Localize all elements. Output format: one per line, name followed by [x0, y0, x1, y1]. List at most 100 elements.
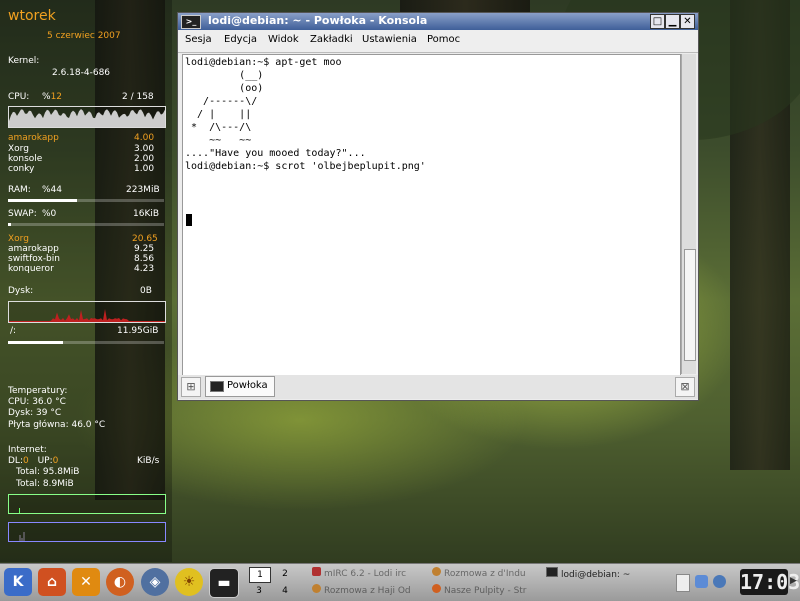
mem-top-2-name: amarokapp — [8, 244, 59, 254]
network-icon[interactable] — [695, 575, 708, 588]
cpu-percent-value: 12 — [50, 92, 63, 102]
desktop-2[interactable]: 2 — [275, 567, 295, 581]
terminal-scrollbar[interactable] — [681, 54, 696, 374]
net-total-dl: Total: 95.8MiB — [16, 467, 80, 477]
kernel-value: 2.6.18-4-686 — [52, 68, 111, 78]
tab-label: Powłoka — [227, 380, 268, 391]
task-mirc-label: mIRC 6.2 - Lodi irc — [324, 569, 407, 579]
task-konsole-label: lodi@debian: ~ — [561, 570, 631, 580]
cpu-percent-sign: % — [42, 92, 51, 102]
terminal-area[interactable]: lodi@debian:~$ apt-get moo (__) (oo) /--… — [182, 54, 681, 376]
close-session-button[interactable]: ⊠ — [675, 377, 695, 397]
menu-pomoc[interactable]: Pomoc — [427, 34, 460, 45]
menu-sesja[interactable]: Sesja — [185, 34, 212, 45]
digital-clock[interactable]: 17:03 — [740, 569, 800, 595]
net-dl-label: DL: — [8, 456, 23, 466]
net-up-graph — [8, 522, 166, 542]
kmenu-icon[interactable]: K — [4, 568, 32, 596]
mem-top-1-name: Xorg — [8, 234, 29, 244]
konsole-window[interactable]: >_ lodi@debian: ~ - Powłoka - Konsola ▁ … — [177, 12, 699, 401]
sun-icon[interactable]: ☀ — [175, 568, 203, 596]
task-chat-1-label: Rozmowa z d'Indu — [444, 569, 526, 579]
net-rates: DL:0 UP:0 — [8, 456, 58, 466]
temp-disk: Dysk: 39 °C — [8, 408, 62, 418]
minimize-button[interactable]: ▁ — [665, 14, 680, 29]
terminal-icon[interactable]: ▬ — [209, 568, 239, 598]
task-chat-2-label: Rozmowa z Haji Od — [324, 586, 411, 596]
conky-day: wtorek — [8, 8, 56, 24]
task-chat-2[interactable]: Rozmowa z Haji Od — [312, 584, 430, 599]
menu-ustawienia[interactable]: Ustawienia — [362, 34, 417, 45]
root-fs-bar — [8, 341, 164, 344]
menu-widok[interactable]: Widok — [268, 34, 299, 45]
desktop-3[interactable]: 3 — [249, 584, 269, 598]
disk-value: 0B — [140, 286, 152, 296]
home-icon[interactable]: ⌂ — [38, 568, 66, 596]
desktop-1[interactable]: 1 — [249, 567, 271, 583]
panel-arrow-icon[interactable]: ▶ — [790, 576, 798, 588]
ram-bar — [8, 199, 164, 202]
menu-zakladki[interactable]: Zakładki — [310, 34, 353, 45]
mem-top-3-name: swiftfox-bin — [8, 254, 60, 264]
root-fs-label: /: — [10, 326, 17, 336]
temp-board: Płyta główna: 46.0 °C — [8, 420, 106, 430]
root-fs-bar-fill — [8, 341, 63, 344]
konsole-task-icon — [546, 567, 558, 577]
mem-top-2-value: 9.25 — [134, 244, 155, 254]
temp-label: Temperatury: — [8, 386, 68, 396]
net-unit: KiB/s — [137, 456, 160, 466]
mem-top-3-value: 8.56 — [134, 254, 155, 264]
klipper-icon[interactable] — [676, 574, 690, 592]
globe-tray-icon[interactable] — [713, 575, 726, 588]
scrollbar-thumb[interactable] — [684, 249, 696, 361]
mem-top-1-value: 20.65 — [132, 234, 158, 244]
disk-graph — [8, 301, 166, 323]
chat-icon — [432, 567, 441, 576]
task-mirc[interactable]: mIRC 6.2 - Lodi irc — [312, 567, 430, 582]
ram-percent: %44 — [42, 185, 63, 195]
tab-powloka[interactable]: Powłoka — [205, 376, 275, 397]
mem-top-4-name: konqueror — [8, 264, 54, 274]
cpu-top-2-name: Xorg — [8, 144, 29, 154]
swap-label: SWAP: — [8, 209, 37, 219]
globe-icon[interactable]: ◈ — [141, 568, 169, 596]
close-button[interactable]: ✕ — [680, 14, 695, 29]
task-browser-label: Nasze Pulpity - Str — [444, 586, 527, 596]
ram-label: RAM: — [8, 185, 31, 195]
tools-icon[interactable]: ✕ — [72, 568, 100, 596]
disk-label: Dysk: — [8, 286, 34, 296]
cpu-top-3-name: konsole — [8, 154, 43, 164]
swap-percent: %0 — [42, 209, 57, 219]
maximize-button[interactable]: □ — [650, 14, 665, 29]
kernel-label: Kernel: — [8, 56, 40, 66]
swap-bar — [8, 223, 164, 226]
cpu-top-2-value: 3.00 — [134, 144, 155, 154]
temp-cpu: CPU: 36.0 °C — [8, 397, 66, 407]
net-up-label: UP: — [37, 456, 53, 466]
terminal-cursor — [186, 214, 192, 226]
conky-system-monitor: wtorek 5 czerwiec 2007 Kernel: 2.6.18-4-… — [0, 0, 172, 562]
desktop-4[interactable]: 4 — [275, 584, 295, 598]
task-browser[interactable]: Nasze Pulpity - Str — [432, 584, 544, 599]
cpu-top-1-value: 4.00 — [134, 133, 155, 143]
new-session-button[interactable]: ⊞ — [181, 377, 201, 397]
net-label: Internet: — [8, 445, 47, 455]
terminal-tab-icon — [210, 381, 224, 392]
chat-icon — [312, 584, 321, 593]
cpu-graph — [8, 106, 166, 128]
cpu-top-4-name: conky — [8, 164, 35, 174]
mem-top-4-value: 4.23 — [134, 264, 155, 274]
task-konsole[interactable]: lodi@debian: ~ — [546, 567, 664, 582]
cpu-top-3-value: 2.00 — [134, 154, 155, 164]
browser-icon[interactable]: ◐ — [106, 568, 134, 596]
net-dl-value: 0 — [22, 456, 29, 466]
cpu-procs: 2 / 158 — [122, 92, 154, 102]
task-chat-1[interactable]: Rozmowa z d'Indu — [432, 567, 544, 582]
window-icon[interactable]: >_ — [181, 15, 201, 29]
menu-edycja[interactable]: Edycja — [224, 34, 257, 45]
ram-value: 223MiB — [126, 185, 160, 195]
window-titlebar[interactable]: >_ lodi@debian: ~ - Powłoka - Konsola ▁ … — [178, 13, 698, 30]
root-fs-value: 11.95GiB — [117, 326, 159, 336]
net-up-value: 0 — [52, 456, 59, 466]
cpu-top-1-name: amarokapp — [8, 133, 59, 143]
